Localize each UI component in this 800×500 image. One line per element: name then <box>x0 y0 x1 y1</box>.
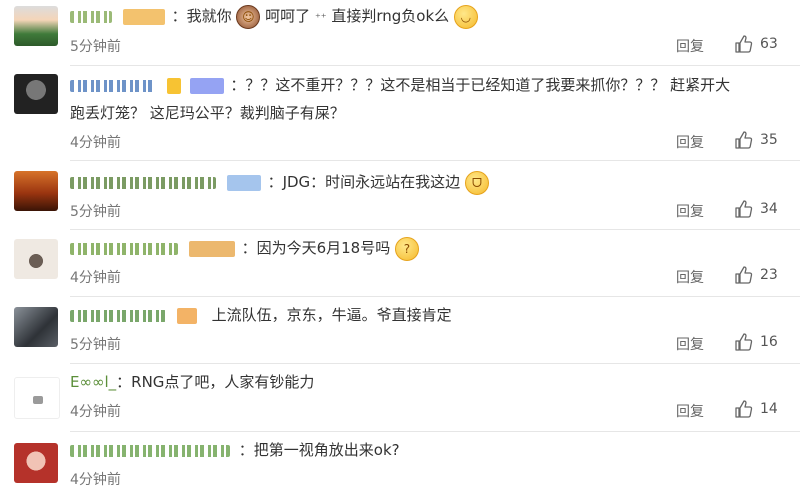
like-button[interactable]: 63 <box>734 34 778 54</box>
comment-text-line: ：我就你 ☺ 呵呵了 ⁺⁺ 直接判rng负ok么 ◡ <box>70 3 782 31</box>
timestamp: 4分钟前 <box>70 472 121 488</box>
avatar[interactable] <box>14 6 58 46</box>
like-button[interactable]: 14 <box>734 399 778 419</box>
reply-button[interactable]: 回复 <box>676 201 704 221</box>
divider <box>70 160 800 161</box>
divider <box>70 363 800 364</box>
comment-text: 上流队伍，京东，牛逼。爷直接肯定 <box>211 306 452 324</box>
comment-text-line: ：JDG：时间永远站在我这边 ᗜ <box>70 169 782 196</box>
comment-text: ：RNG点了吧，人家有钞能力 <box>116 373 315 391</box>
like-count: 14 <box>760 401 778 417</box>
comment-text-line: E∞∞l_：RNG点了吧，人家有钞能力 <box>70 369 782 396</box>
thumbs-up-icon <box>735 200 753 218</box>
vip-badge <box>166 77 181 94</box>
like-count: 35 <box>760 132 778 148</box>
comment-text: ：？？这不重开？？？这不是相当于已经知道了我要来抓你？？？ 赶紧开大 <box>230 76 731 94</box>
reply-button[interactable]: 回复 <box>676 36 704 56</box>
grin-emoji-icon: ᗜ <box>464 170 489 195</box>
timestamp: 5分钟前 <box>70 337 121 353</box>
comment-text-line: ：因为今天6月18号吗 ? <box>70 235 782 262</box>
reply-button[interactable]: 回复 <box>676 132 704 152</box>
comment-text-line: ：把第一视角放出来ok? <box>70 437 782 464</box>
avatar[interactable] <box>14 377 60 419</box>
comment-text: ：把第一视角放出来ok? <box>238 441 400 459</box>
smile-emoji-icon: ◡ <box>453 4 478 29</box>
user-badge <box>189 77 224 94</box>
like-button[interactable]: 16 <box>734 332 778 352</box>
reply-button[interactable]: 回复 <box>676 267 704 287</box>
thumbs-up-icon <box>735 333 753 351</box>
divider <box>70 296 800 297</box>
avatar[interactable] <box>14 171 58 211</box>
user-badge <box>188 240 235 257</box>
comment-text-line: 上流队伍，京东，牛逼。爷直接肯定 <box>70 302 782 329</box>
username[interactable] <box>70 309 166 322</box>
thumbs-up-icon <box>735 35 753 53</box>
comment-text-line: ：？？这不重开？？？这不是相当于已经知道了我要来抓你？？？ 赶紧开大 <box>70 72 782 99</box>
comment-text: ：我就你 <box>171 7 232 25</box>
avatar-sticker-icon: ☺ <box>236 4 261 29</box>
comment-text-line: 跑丢灯笼？ 这尼玛公平？裁判脑子有屎？ <box>70 100 782 127</box>
like-button[interactable]: 23 <box>734 265 778 285</box>
like-count: 23 <box>760 267 778 283</box>
timestamp: 4分钟前 <box>70 404 121 420</box>
reply-button[interactable]: 回复 <box>676 401 704 421</box>
thumbs-up-icon <box>735 400 753 418</box>
username[interactable] <box>70 10 112 23</box>
thumbs-up-icon <box>735 266 753 284</box>
avatar[interactable] <box>14 443 58 483</box>
reply-button[interactable]: 回复 <box>676 334 704 354</box>
like-count: 16 <box>760 334 778 350</box>
username[interactable] <box>70 242 178 255</box>
thumbs-up-icon <box>735 131 753 149</box>
avatar[interactable] <box>14 74 58 114</box>
comment-text: 跑丢灯笼？ 这尼玛公平？裁判脑子有屎？ <box>70 104 345 122</box>
divider <box>70 65 800 66</box>
avatar[interactable] <box>14 307 58 347</box>
timestamp: 5分钟前 <box>70 39 121 55</box>
user-badge <box>176 307 197 324</box>
user-badge <box>226 174 261 191</box>
username[interactable] <box>70 79 156 92</box>
timestamp: 4分钟前 <box>70 270 121 286</box>
user-badge <box>122 8 165 25</box>
like-count: 63 <box>760 36 778 52</box>
comment-text: ：JDG：时间永远站在我这边 <box>267 173 461 191</box>
thinking-emoji-icon: ? <box>394 236 419 261</box>
timestamp: 4分钟前 <box>70 135 121 151</box>
comment-text: 直接判rng负ok么 <box>331 7 450 25</box>
divider <box>70 229 800 230</box>
timestamp: 5分钟前 <box>70 204 121 220</box>
avatar[interactable] <box>14 239 58 279</box>
divider <box>70 431 800 432</box>
username[interactable]: E∞∞l_ <box>70 373 116 391</box>
like-button[interactable]: 35 <box>734 130 778 150</box>
comment-text: 呵呵了 <box>265 7 311 25</box>
username[interactable] <box>70 444 230 457</box>
like-button[interactable]: 34 <box>734 199 778 219</box>
username[interactable] <box>70 176 216 189</box>
like-count: 34 <box>760 201 778 217</box>
comment-text: ：因为今天6月18号吗 <box>241 239 391 257</box>
